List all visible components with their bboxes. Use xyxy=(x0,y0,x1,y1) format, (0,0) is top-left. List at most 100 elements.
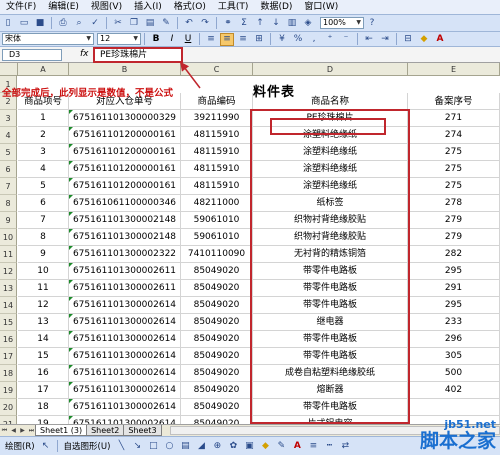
header-cell[interactable]: 备案序号 xyxy=(408,93,500,110)
column-header[interactable]: D xyxy=(253,63,408,76)
table-cell[interactable]: 675161101300002611 xyxy=(69,263,181,280)
table-cell[interactable]: 291 xyxy=(408,280,500,297)
table-cell[interactable]: 59061010 xyxy=(181,229,253,246)
table-cell[interactable]: 15 xyxy=(18,348,69,365)
wordart-icon[interactable]: ◢ xyxy=(194,440,208,453)
table-cell[interactable]: 85049020 xyxy=(181,382,253,399)
tab-sheet3[interactable]: Sheet3 xyxy=(123,425,162,436)
table-cell[interactable]: 675161101300000329 xyxy=(69,110,181,127)
hyperlink-icon[interactable]: ⚭ xyxy=(221,17,235,30)
picture-icon[interactable]: ▣ xyxy=(242,440,256,453)
table-cell[interactable]: 275 xyxy=(408,144,500,161)
font-color-icon[interactable]: A xyxy=(433,33,447,46)
currency-icon[interactable]: ¥ xyxy=(275,33,289,46)
row-header[interactable]: 16 xyxy=(0,331,17,348)
copy-icon[interactable]: ❐ xyxy=(127,17,141,30)
row-header[interactable]: 17 xyxy=(0,348,17,365)
row-header[interactable]: 8 xyxy=(0,195,17,212)
table-cell[interactable]: 85049020 xyxy=(181,348,253,365)
redo-icon[interactable]: ↷ xyxy=(198,17,212,30)
row-header[interactable]: 5 xyxy=(0,144,17,161)
table-cell[interactable]: 675161101200000161 xyxy=(69,178,181,195)
table-cell[interactable]: 1 xyxy=(18,110,69,127)
table-cell[interactable]: 4 xyxy=(18,161,69,178)
menu-tools[interactable]: 工具(T) xyxy=(212,0,255,15)
save-icon[interactable]: ■ xyxy=(33,17,47,30)
increase-indent-icon[interactable]: ⇥ xyxy=(378,33,392,46)
menu-window[interactable]: 窗口(W) xyxy=(298,0,344,15)
comma-button[interactable]: , xyxy=(307,33,321,46)
table-cell[interactable]: 275 xyxy=(408,178,500,195)
table-cell[interactable]: 279 xyxy=(408,212,500,229)
chart-wizard-icon[interactable]: ▥ xyxy=(285,17,299,30)
spelling-icon[interactable]: ✓ xyxy=(88,17,102,30)
table-cell[interactable]: 675161101200000161 xyxy=(69,127,181,144)
bold-button[interactable]: B xyxy=(149,33,163,46)
help-icon[interactable]: ? xyxy=(365,17,379,30)
table-cell[interactable]: 6 xyxy=(18,195,69,212)
table-cell[interactable]: 675161101300002148 xyxy=(69,229,181,246)
header-cell[interactable]: 商品编码 xyxy=(181,93,253,110)
row-header[interactable]: 10 xyxy=(0,229,17,246)
table-cell[interactable]: 675161101300002611 xyxy=(69,280,181,297)
row-header[interactable]: 9 xyxy=(0,212,17,229)
table-cell[interactable]: 675161061100000346 xyxy=(69,195,181,212)
fill-color-icon[interactable]: ◆ xyxy=(258,440,272,453)
next-sheet-icon[interactable]: ▶ xyxy=(18,427,27,434)
select-all-corner[interactable] xyxy=(0,63,18,76)
line-style-icon[interactable]: ≡ xyxy=(306,440,320,453)
table-cell[interactable]: 10 xyxy=(18,263,69,280)
underline-button[interactable]: U xyxy=(181,33,195,46)
row-header[interactable]: 12 xyxy=(0,263,17,280)
table-cell[interactable]: 305 xyxy=(408,348,500,365)
table-cell[interactable]: 282 xyxy=(408,246,500,263)
sort-descending-icon[interactable]: ↓ xyxy=(269,17,283,30)
first-sheet-icon[interactable]: ⏮ xyxy=(0,427,9,435)
row-header[interactable]: 19 xyxy=(0,382,17,399)
textbox-icon[interactable]: ▤ xyxy=(178,440,192,453)
font-name-select[interactable]: 宋体 ▼ xyxy=(2,33,94,45)
prev-sheet-icon[interactable]: ◀ xyxy=(9,427,18,434)
table-cell[interactable]: 9 xyxy=(18,246,69,263)
percent-button[interactable]: % xyxy=(291,33,305,46)
table-cell[interactable]: 85049020 xyxy=(181,314,253,331)
table-cell[interactable]: 14 xyxy=(18,331,69,348)
table-cell[interactable]: 7410110090 xyxy=(181,246,253,263)
table-cell[interactable]: 48115910 xyxy=(181,127,253,144)
line-color-icon[interactable]: ✎ xyxy=(274,440,288,453)
row-header[interactable]: 6 xyxy=(0,161,17,178)
table-cell[interactable]: 48211000 xyxy=(181,195,253,212)
column-header[interactable]: A xyxy=(18,63,69,76)
table-cell[interactable]: 275 xyxy=(408,161,500,178)
table-cell[interactable]: 12 xyxy=(18,297,69,314)
menu-insert[interactable]: 插入(I) xyxy=(128,0,168,15)
font-color-icon[interactable]: A xyxy=(290,440,304,453)
table-cell[interactable]: 233 xyxy=(408,314,500,331)
arrow-icon[interactable]: ↘ xyxy=(130,440,144,453)
table-cell[interactable]: 85049020 xyxy=(181,263,253,280)
clipart-icon[interactable]: ✿ xyxy=(226,440,240,453)
table-cell[interactable]: 48115910 xyxy=(181,144,253,161)
table-cell[interactable]: 2 xyxy=(18,127,69,144)
menu-file[interactable]: 文件(F) xyxy=(0,0,42,15)
row-header[interactable]: 3 xyxy=(0,110,17,127)
row-header[interactable]: 13 xyxy=(0,280,17,297)
undo-icon[interactable]: ↶ xyxy=(182,17,196,30)
table-cell[interactable]: 7 xyxy=(18,212,69,229)
table-cell[interactable]: 271 xyxy=(408,110,500,127)
sort-ascending-icon[interactable]: ↑ xyxy=(253,17,267,30)
menu-edit[interactable]: 编辑(E) xyxy=(42,0,85,15)
row-header[interactable]: 7 xyxy=(0,178,17,195)
table-cell[interactable]: 675161101300002614 xyxy=(69,314,181,331)
table-cell[interactable]: 39211990 xyxy=(181,110,253,127)
formula-input[interactable]: PE珍珠棉片 xyxy=(93,47,183,63)
table-cell[interactable]: 675161101300002322 xyxy=(69,246,181,263)
table-cell[interactable]: 8 xyxy=(18,229,69,246)
table-cell[interactable]: 279 xyxy=(408,229,500,246)
print-preview-icon[interactable]: ⌕ xyxy=(72,17,86,30)
row-header[interactable]: 18 xyxy=(0,365,17,382)
align-right-icon[interactable]: ≡ xyxy=(236,33,250,46)
borders-icon[interactable]: ⊟ xyxy=(401,33,415,46)
dash-style-icon[interactable]: ┅ xyxy=(322,440,336,453)
fill-color-icon[interactable]: ◆ xyxy=(417,33,431,46)
